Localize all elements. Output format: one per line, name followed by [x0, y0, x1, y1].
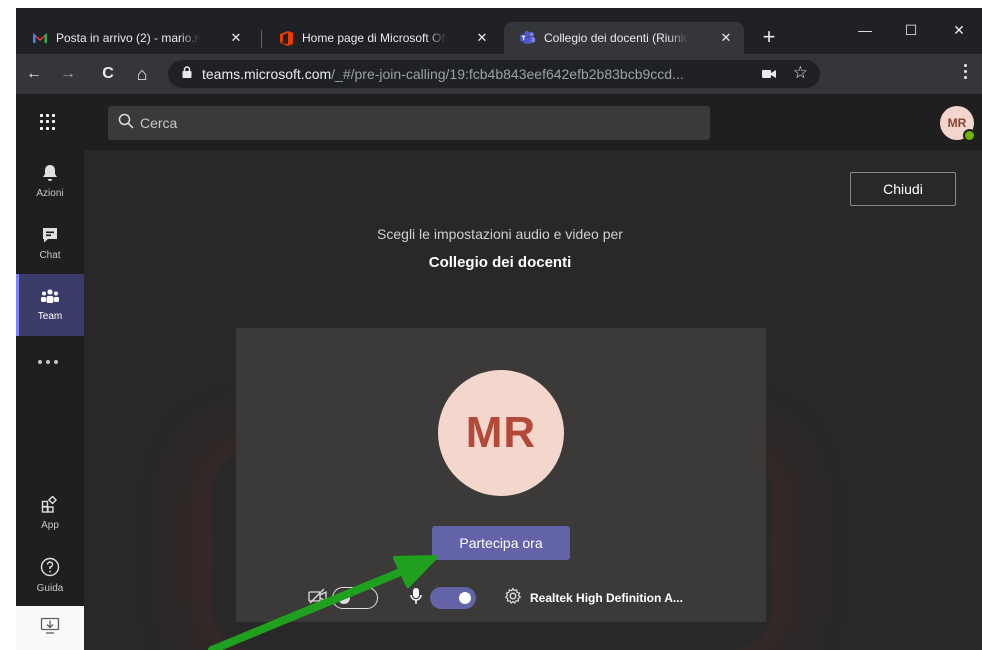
- camera-off-icon: [308, 588, 328, 609]
- search-input[interactable]: [140, 115, 640, 131]
- prejoin-subtitle: Scegli le impostazioni audio e video per: [377, 226, 623, 242]
- toggle-knob: [338, 592, 350, 604]
- app-launcher-icon[interactable]: [40, 114, 56, 130]
- apps-icon: [41, 494, 59, 517]
- rail-item-label: Chat: [39, 249, 61, 261]
- close-window-button[interactable]: ✕: [936, 16, 982, 44]
- download-app-button[interactable]: [16, 606, 84, 650]
- office-icon: [278, 30, 294, 46]
- rail-item-teams[interactable]: Team: [16, 274, 84, 336]
- microphone-icon: [410, 587, 422, 610]
- search-icon: [118, 113, 134, 134]
- close-button[interactable]: Chiudi: [850, 172, 956, 206]
- address-bar[interactable]: teams.microsoft.com/_#/pre-join-calling/…: [168, 60, 820, 88]
- minimize-button[interactable]: —: [842, 16, 888, 44]
- rail-item-label: App: [41, 519, 59, 531]
- presence-available-icon: [963, 129, 976, 142]
- browser-toolbar: ← → C ⌂ teams.microsoft.com/_#/pre-join-…: [16, 54, 982, 94]
- reload-button[interactable]: C: [96, 62, 120, 86]
- bell-icon: [42, 164, 58, 185]
- close-tab-icon[interactable]: ✕: [228, 30, 244, 46]
- device-controls: Realtek High Definition A...: [308, 586, 683, 610]
- tab-title: Home page di Microsoft Office: [302, 31, 447, 45]
- user-initials: MR: [947, 116, 967, 130]
- rail-item-label: Team: [37, 310, 63, 322]
- device-settings-gear-icon[interactable]: [504, 586, 522, 610]
- camera-in-use-icon[interactable]: [762, 67, 776, 85]
- home-button[interactable]: ⌂: [130, 62, 154, 86]
- preview-avatar: MR: [438, 370, 564, 496]
- rail-item-label: Azioni: [36, 187, 64, 199]
- camera-toggle[interactable]: [332, 587, 378, 609]
- teams-icon: [40, 288, 60, 308]
- user-avatar[interactable]: MR: [940, 106, 976, 142]
- rail-item-help[interactable]: Guida: [16, 544, 84, 606]
- teams-icon: [520, 30, 536, 46]
- help-icon: [40, 557, 60, 580]
- meeting-title: Collegio dei docenti: [428, 254, 572, 271]
- chat-icon: [41, 226, 59, 247]
- tab-title: Posta in arrivo (2) - mario.rossi: [56, 31, 201, 45]
- tab-title: Collegio dei docenti (Riunione): [544, 31, 689, 45]
- app-rail: Azioni Chat Team App Guida: [16, 150, 84, 650]
- teams-header: MR: [16, 94, 982, 150]
- prejoin-screen: Chiudi Scegli le impostazioni audio e vi…: [84, 150, 982, 650]
- url-text: teams.microsoft.com/_#/pre-join-calling/…: [202, 66, 762, 82]
- url-path: /_#/pre-join-calling/19:fcb4b843eef642ef…: [331, 66, 684, 82]
- bookmark-star-icon[interactable]: ☆: [793, 63, 808, 83]
- gmail-icon: [32, 30, 48, 46]
- download-icon: [40, 617, 60, 640]
- browser-menu-icon[interactable]: [964, 64, 968, 82]
- back-button[interactable]: ←: [22, 62, 46, 86]
- microphone-toggle[interactable]: [430, 587, 476, 609]
- search-box[interactable]: [108, 106, 710, 140]
- browser-tab-office[interactable]: Home page di Microsoft Office ✕: [262, 22, 500, 54]
- browser-tab-gmail[interactable]: Posta in arrivo (2) - mario.rossi ✕: [16, 22, 254, 54]
- close-tab-icon[interactable]: ✕: [474, 30, 490, 46]
- rail-item-chat[interactable]: Chat: [16, 212, 84, 274]
- rail-item-label: Guida: [36, 582, 64, 594]
- lock-icon: [182, 65, 192, 83]
- rail-item-apps[interactable]: App: [16, 482, 84, 544]
- url-host: teams.microsoft.com: [202, 66, 332, 82]
- audio-device-name[interactable]: Realtek High Definition A...: [530, 591, 683, 605]
- more-apps-icon[interactable]: [38, 360, 58, 364]
- browser-tab-teams[interactable]: Collegio dei docenti (Riunione) ✕: [504, 22, 744, 54]
- join-now-button[interactable]: Partecipa ora: [432, 526, 570, 560]
- maximize-button[interactable]: ☐: [888, 16, 934, 44]
- close-tab-icon[interactable]: ✕: [718, 30, 734, 46]
- video-preview: MR Partecipa ora Realtek High Definition…: [236, 328, 766, 622]
- forward-button[interactable]: →: [56, 62, 80, 86]
- toggle-knob: [459, 592, 471, 604]
- new-tab-button[interactable]: +: [756, 25, 782, 51]
- browser-tabstrip: Posta in arrivo (2) - mario.rossi ✕ Home…: [16, 8, 982, 54]
- rail-item-activity[interactable]: Azioni: [16, 150, 84, 212]
